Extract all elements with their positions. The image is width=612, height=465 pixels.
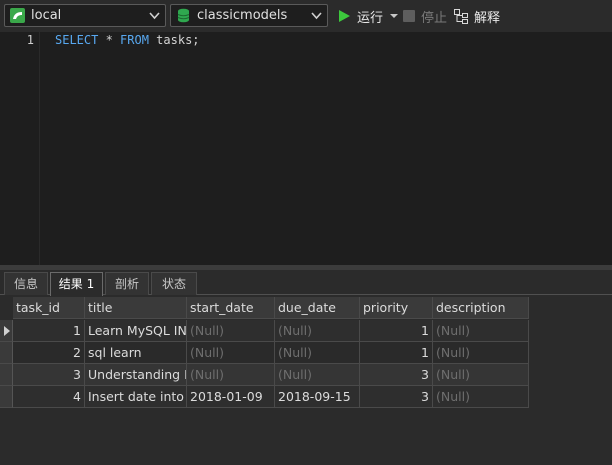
tab-status[interactable]: 状态	[151, 272, 197, 295]
connection-icon	[10, 8, 25, 23]
table-cell[interactable]: 3	[13, 364, 85, 386]
caret-down-icon[interactable]	[390, 13, 399, 19]
column-header-title[interactable]: title	[85, 297, 187, 319]
row-selector[interactable]	[0, 320, 13, 342]
table-cell[interactable]: (Null)	[433, 364, 529, 386]
explain-icon	[454, 8, 468, 24]
table-cell[interactable]: (Null)	[275, 342, 360, 364]
database-icon	[177, 8, 190, 23]
explain-label: 解释	[474, 10, 501, 26]
table-cell[interactable]: sql learn	[85, 342, 187, 364]
column-header-task-id[interactable]: task_id	[13, 297, 85, 319]
current-row-icon	[4, 326, 10, 336]
tab-info[interactable]: 信息	[4, 272, 48, 295]
tab-result-1[interactable]: 结果 1	[50, 272, 103, 296]
table-cell[interactable]: (Null)	[275, 364, 360, 386]
result-tabs: 信息 结果 1 剖析 状态	[0, 270, 612, 296]
table-cell[interactable]: 2018-01-09	[187, 386, 275, 408]
sql-token: *	[98, 33, 121, 47]
connection-name: local	[31, 8, 62, 23]
database-name: classicmodels	[197, 8, 288, 23]
table-cell[interactable]: Insert date into table	[85, 386, 187, 408]
stop-button[interactable]: 停止	[403, 6, 447, 26]
sql-keyword: FROM	[120, 33, 149, 47]
table-cell[interactable]: (Null)	[275, 320, 360, 342]
explain-button[interactable]: 解释	[454, 6, 500, 26]
stop-icon	[403, 10, 415, 22]
run-button[interactable]: 运行	[337, 6, 399, 26]
sql-editor[interactable]: 1 SELECT * FROM tasks;	[0, 32, 612, 265]
column-header-due-date[interactable]: due_date	[275, 297, 360, 319]
stop-label: 停止	[421, 10, 448, 26]
table-cell[interactable]: 1	[360, 342, 433, 364]
connection-select[interactable]: local	[4, 4, 166, 27]
sql-code-line[interactable]: SELECT * FROM tasks;	[55, 33, 200, 47]
table-cell[interactable]: (Null)	[187, 364, 275, 386]
table-cell[interactable]: 1	[13, 320, 85, 342]
line-gutter: 1	[0, 32, 40, 265]
play-icon	[339, 10, 350, 22]
chevron-down-icon	[149, 12, 160, 20]
column-header-start-date[interactable]: start_date	[187, 297, 275, 319]
table-cell[interactable]: (Null)	[433, 320, 529, 342]
sql-keyword: SELECT	[55, 33, 99, 47]
column-header-priority[interactable]: priority	[360, 297, 433, 319]
table-cell[interactable]: (Null)	[187, 342, 275, 364]
table-cell[interactable]: 2	[13, 342, 85, 364]
run-label: 运行	[357, 10, 384, 26]
row-selector[interactable]	[0, 342, 13, 364]
tab-profile[interactable]: 剖析	[105, 272, 149, 295]
table-cell[interactable]: Understanding DATE	[85, 364, 187, 386]
table-cell[interactable]: 3	[360, 386, 433, 408]
table-cell[interactable]: 3	[360, 364, 433, 386]
chevron-down-icon	[311, 12, 322, 20]
sql-token: tasks;	[148, 33, 200, 47]
table-cell[interactable]: Learn MySQL INSERT	[85, 320, 187, 342]
table-cell[interactable]: 1	[360, 320, 433, 342]
table-cell[interactable]: 2018-09-15	[275, 386, 360, 408]
row-selector[interactable]	[0, 386, 13, 408]
table-cell[interactable]: (Null)	[433, 386, 529, 408]
table-cell[interactable]: 4	[13, 386, 85, 408]
row-selector[interactable]	[0, 364, 13, 386]
column-header-description[interactable]: description	[433, 297, 529, 319]
database-select[interactable]: classicmodels	[170, 4, 328, 27]
table-cell[interactable]: (Null)	[187, 320, 275, 342]
toolbar: local classicmodels 运行 停止 解释	[0, 0, 612, 32]
table-cell[interactable]: (Null)	[433, 342, 529, 364]
line-number: 1	[26, 33, 34, 47]
